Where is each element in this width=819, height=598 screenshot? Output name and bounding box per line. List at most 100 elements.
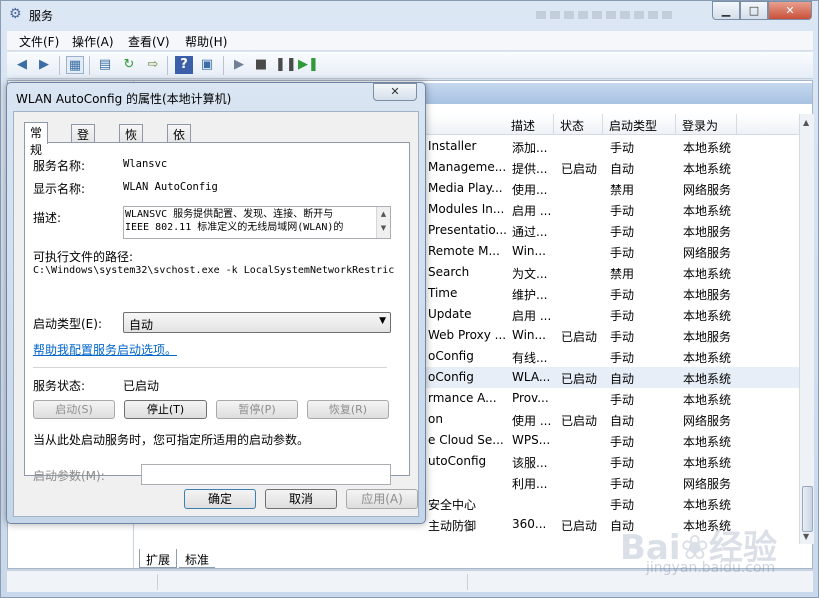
description-text: WLANSVC 服务提供配置、发现、连接、断开与 IEEE 802.11 标准定… xyxy=(125,208,377,234)
cell-name: rmance A... xyxy=(428,391,497,405)
service-name-value: Wlansvc xyxy=(123,158,168,170)
cell-status: 已启动 xyxy=(561,414,598,428)
path-value[interactable]: C:\Windows\system32\svchost.exe -k Local… xyxy=(33,265,394,276)
cell-logon: 网络服务 xyxy=(683,246,732,260)
view-icon[interactable]: ▣ xyxy=(198,56,216,74)
cell-name: Presentatio... xyxy=(428,223,507,237)
menu-file[interactable]: 文件(F) xyxy=(19,33,59,50)
refresh-icon[interactable]: ↻ xyxy=(120,56,138,74)
ok-button[interactable]: 确定 xyxy=(184,489,256,509)
cell-desc: 使用... xyxy=(512,183,548,197)
divider xyxy=(33,367,387,368)
export-icon[interactable]: ⇨ xyxy=(144,56,162,74)
help-configure-link[interactable]: 帮助我配置服务启动选项。 xyxy=(33,341,177,358)
cell-startup: 手动 xyxy=(610,477,635,491)
title-bar[interactable]: ⚙ 服务 ▁ □ ✕ xyxy=(1,1,819,29)
resume-button[interactable]: 恢复(R) xyxy=(307,400,389,419)
status-separator xyxy=(157,574,158,590)
cell-startup: 手动 xyxy=(610,393,635,407)
status-separator xyxy=(467,574,468,590)
cell-desc: Prov... xyxy=(512,391,549,405)
cell-desc: WPS... xyxy=(512,433,551,447)
description-line: IEEE 802.11 标准定义的无线局域网(WLAN)的 xyxy=(125,222,344,233)
toolbar-separator xyxy=(167,56,168,75)
cell-logon: 本地系统 xyxy=(683,162,732,176)
stop-button[interactable]: 停止(T) xyxy=(124,400,207,419)
column-startup[interactable]: 启动类型 xyxy=(609,117,657,134)
cell-status: 已启动 xyxy=(561,519,598,533)
column-logon[interactable]: 登录为 xyxy=(682,117,718,134)
column-separator[interactable] xyxy=(602,114,603,135)
tab-general[interactable]: 常规 xyxy=(24,122,49,157)
scroll-up-icon[interactable]: ▲ xyxy=(803,118,809,127)
properties-dialog: WLAN AutoConfig 的属性(本地计算机) ✕ 常规 登录 恢复 依存… xyxy=(6,82,426,524)
vertical-scrollbar[interactable]: ▲ ▼ xyxy=(799,114,814,544)
toolbar: ◀ ▶ ▦ ▤ ↻ ⇨ ? ▣ ▶ ■ ❚❚ ▶❚ xyxy=(7,52,813,79)
startup-type-select[interactable]: 自动 ▼ xyxy=(123,312,391,333)
cell-desc: Win... xyxy=(512,244,546,258)
service-status-value: 已启动 xyxy=(123,379,160,393)
menu-help[interactable]: 帮助(H) xyxy=(185,33,227,50)
help-icon[interactable]: ? xyxy=(175,56,193,74)
path-label: 可执行文件的路径: xyxy=(33,250,134,264)
description-scrollbar[interactable]: ▲ ▼ xyxy=(376,207,390,238)
tab-dependencies[interactable]: 依存关系 xyxy=(167,124,192,193)
play-icon[interactable]: ▶ xyxy=(230,56,248,74)
maximize-button[interactable]: □ xyxy=(740,1,768,20)
column-desc[interactable]: 描述 xyxy=(511,117,535,134)
cell-name: 安全中心 xyxy=(428,498,477,512)
tab-standard[interactable]: 标准 xyxy=(179,549,216,568)
pause-button[interactable]: 暂停(P) xyxy=(216,400,298,419)
column-status[interactable]: 状态 xyxy=(560,117,584,134)
tab-recovery[interactable]: 恢复 xyxy=(119,124,144,159)
cell-name: Time xyxy=(428,286,458,300)
column-separator[interactable] xyxy=(553,114,554,135)
close-button[interactable]: ✕ xyxy=(768,1,812,20)
cell-logon: 本地服务 xyxy=(683,288,732,302)
description-box[interactable]: WLANSVC 服务提供配置、发现、连接、断开与 IEEE 802.11 标准定… xyxy=(123,206,391,239)
menu-view[interactable]: 查看(V) xyxy=(128,33,170,50)
cell-status: 已启动 xyxy=(561,372,598,386)
pause-icon[interactable]: ❚❚ xyxy=(275,56,297,74)
cell-startup: 手动 xyxy=(610,351,635,365)
properties-icon[interactable]: ▤ xyxy=(96,56,114,74)
start-params-input[interactable] xyxy=(141,464,391,485)
tab-extended[interactable]: 扩展 xyxy=(139,549,178,568)
stop-icon[interactable]: ■ xyxy=(252,56,270,74)
cell-name: Media Play... xyxy=(428,181,503,195)
column-separator[interactable] xyxy=(675,114,676,135)
cell-logon: 本地系统 xyxy=(683,435,732,449)
menu-action[interactable]: 操作(A) xyxy=(72,33,114,50)
chevron-down-icon: ▼ xyxy=(379,316,386,326)
restart-icon[interactable]: ▶❚ xyxy=(298,56,319,74)
back-icon[interactable]: ◀ xyxy=(13,56,31,74)
cell-startup: 手动 xyxy=(610,288,635,302)
cell-logon: 本地系统 xyxy=(683,351,732,365)
cancel-button[interactable]: 取消 xyxy=(265,489,337,509)
toolbar-separator xyxy=(59,56,60,75)
scroll-thumb[interactable] xyxy=(802,486,813,532)
cell-name: oConfig xyxy=(428,349,474,363)
cell-logon: 本地系统 xyxy=(683,141,732,155)
cell-logon: 网络服务 xyxy=(683,414,732,428)
display-name-label: 显示名称: xyxy=(33,182,86,196)
minimize-button[interactable]: ▁ xyxy=(712,1,740,20)
column-separator[interactable] xyxy=(736,114,737,135)
tab-logon[interactable]: 登录 xyxy=(71,124,96,159)
cell-startup: 手动 xyxy=(610,456,635,470)
console-tree-icon[interactable]: ▦ xyxy=(66,56,84,74)
dialog-close-button[interactable]: ✕ xyxy=(373,83,417,101)
cell-name: Manageme... xyxy=(428,160,507,174)
cell-name: Installer xyxy=(428,139,477,153)
cell-name: Modules In... xyxy=(428,202,505,216)
cell-desc: 360... xyxy=(512,517,547,531)
scroll-down-icon[interactable]: ▼ xyxy=(803,532,809,541)
cell-desc: 通过... xyxy=(512,225,548,239)
forward-icon[interactable]: ▶ xyxy=(35,56,53,74)
cell-logon: 本地服务 xyxy=(683,225,732,239)
cell-startup: 手动 xyxy=(610,246,635,260)
cell-startup: 手动 xyxy=(610,225,635,239)
apply-button[interactable]: 应用(A) xyxy=(346,489,418,509)
start-button[interactable]: 启动(S) xyxy=(33,400,115,419)
cell-logon: 本地系统 xyxy=(683,267,732,281)
